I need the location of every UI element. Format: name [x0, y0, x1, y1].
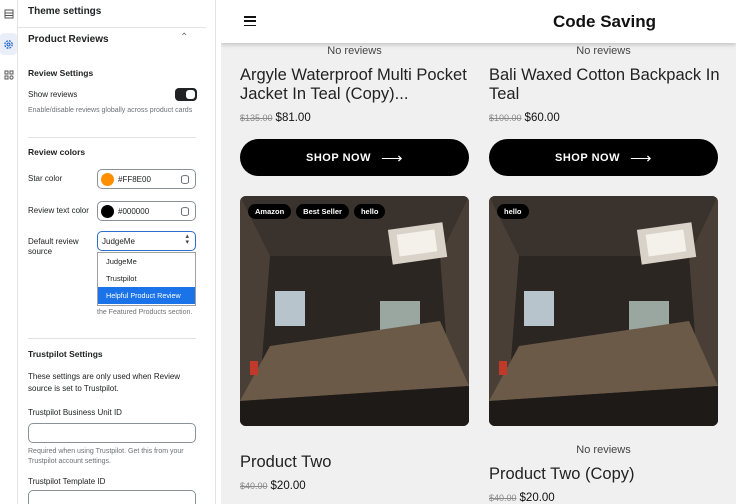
no-reviews-label: No reviews — [576, 444, 631, 456]
arrow-right-icon: ⟶ — [629, 149, 652, 167]
badge: Best Seller — [296, 204, 349, 219]
product-price: $135.00 $81.00 — [240, 112, 311, 124]
van-interior-image — [240, 196, 469, 426]
trustpilot-settings-description: These settings are only used when Review… — [28, 372, 181, 393]
shop-now-label: SHOP NOW — [555, 151, 620, 164]
editor-rail — [0, 0, 18, 504]
product-price: $40.00 $20.00 — [489, 492, 555, 504]
product-badges: hello — [497, 204, 529, 219]
dropdown-option-judgeme[interactable]: JudgeMe — [98, 253, 195, 270]
product-sale-price: $60.00 — [524, 112, 560, 124]
chevron-up-icon[interactable]: ⌃ — [180, 32, 188, 43]
divider — [18, 27, 206, 28]
template-id-input[interactable] — [28, 490, 196, 504]
product-old-price: $100.00 — [489, 113, 522, 123]
business-unit-id-input[interactable] — [28, 423, 196, 443]
product-image[interactable]: Amazon Best Seller hello — [240, 196, 469, 426]
template-id-label: Trustpilot Template ID — [28, 477, 106, 486]
store-title: Code Saving — [553, 12, 656, 31]
product-sale-price: $20.00 — [270, 480, 306, 492]
review-text-color-value: #000000 — [118, 206, 150, 216]
show-reviews-toggle[interactable] — [175, 88, 197, 101]
product-sale-price: $81.00 — [275, 112, 311, 124]
product-old-price: $40.00 — [240, 481, 268, 491]
select-updown-icon: ▴ ▾ — [185, 233, 189, 246]
shop-now-button[interactable]: SHOP NOW ⟶ — [240, 139, 469, 176]
dropdown-option-helpful-product-review[interactable]: Helpful Product Review — [98, 287, 195, 304]
review-text-color-label: Review text color — [28, 206, 89, 215]
product-image[interactable]: hello — [489, 196, 718, 426]
settings-gear-icon[interactable] — [0, 33, 17, 55]
review-colors-heading: Review colors — [28, 147, 86, 157]
default-source-help: the Featured Products section. — [97, 309, 193, 316]
product-card[interactable]: hello No reviews Product Two (Copy) $40.… — [489, 196, 718, 504]
trustpilot-settings-heading: Trustpilot Settings — [28, 349, 103, 359]
arrow-right-icon: ⟶ — [380, 149, 403, 167]
sections-icon[interactable] — [2, 7, 16, 21]
product-card[interactable]: Amazon Best Seller hello Product Two $40… — [240, 196, 469, 504]
review-text-color-swatch[interactable] — [101, 204, 114, 218]
color-picker-icon[interactable] — [181, 175, 189, 184]
business-unit-id-help: Required when using Trustpilot. Get this… — [28, 448, 184, 465]
apps-icon[interactable] — [2, 68, 16, 82]
panel-title: Theme settings — [28, 6, 102, 17]
color-picker-icon[interactable] — [181, 207, 189, 216]
product-sale-price: $20.00 — [519, 492, 555, 504]
product-price: $100.00 $60.00 — [489, 112, 560, 124]
show-reviews-label: Show reviews — [28, 90, 78, 99]
default-review-source-label: Default review source — [28, 237, 79, 256]
storefront-preview: Code Saving No reviews Argyle Waterproof… — [221, 0, 736, 504]
product-old-price: $135.00 — [240, 113, 273, 123]
product-name[interactable]: Product Two (Copy) — [489, 465, 635, 484]
review-source-dropdown: JudgeMe Trustpilot Helpful Product Revie… — [97, 252, 196, 306]
hamburger-menu-icon[interactable] — [244, 16, 256, 27]
van-interior-image — [489, 196, 718, 426]
divider — [28, 137, 196, 138]
section-header-product-reviews[interactable]: Product Reviews — [28, 34, 109, 45]
shop-now-label: SHOP NOW — [306, 151, 371, 164]
product-name[interactable]: Product Two — [240, 453, 331, 472]
badge: Amazon — [248, 204, 292, 219]
dropdown-option-trustpilot[interactable]: Trustpilot — [98, 270, 195, 287]
star-color-value: #FF8E00 — [118, 174, 151, 184]
business-unit-id-label: Trustpilot Business Unit ID — [28, 408, 122, 417]
theme-settings-panel: Theme settings Product Reviews ⌃ Review … — [18, 0, 216, 504]
product-old-price: $40.00 — [489, 493, 517, 503]
divider — [28, 338, 196, 339]
no-reviews-label: No reviews — [576, 45, 631, 57]
no-reviews-label: No reviews — [327, 45, 382, 57]
star-color-label: Star color — [28, 174, 63, 183]
badge: hello — [497, 204, 529, 219]
badge: hello — [353, 204, 386, 219]
product-name[interactable]: Argyle Waterproof Multi Pocket Jacket In… — [240, 66, 472, 104]
product-price: $40.00 $20.00 — [240, 480, 306, 492]
review-text-color-field[interactable]: #000000 — [97, 201, 196, 221]
default-review-source-select[interactable]: JudgeMe ▴ ▾ — [97, 231, 196, 251]
shop-now-button[interactable]: SHOP NOW ⟶ — [489, 139, 718, 176]
star-color-swatch[interactable] — [101, 172, 114, 186]
product-badges: Amazon Best Seller hello — [248, 204, 386, 219]
review-settings-heading: Review Settings — [28, 68, 94, 78]
star-color-field[interactable]: #FF8E00 — [97, 169, 196, 189]
default-review-source-value: JudgeMe — [102, 236, 135, 246]
product-name[interactable]: Bali Waxed Cotton Backpack In Teal — [489, 66, 721, 104]
show-reviews-help: Enable/disable reviews globally across p… — [28, 107, 193, 114]
store-header: Code Saving — [221, 0, 736, 43]
